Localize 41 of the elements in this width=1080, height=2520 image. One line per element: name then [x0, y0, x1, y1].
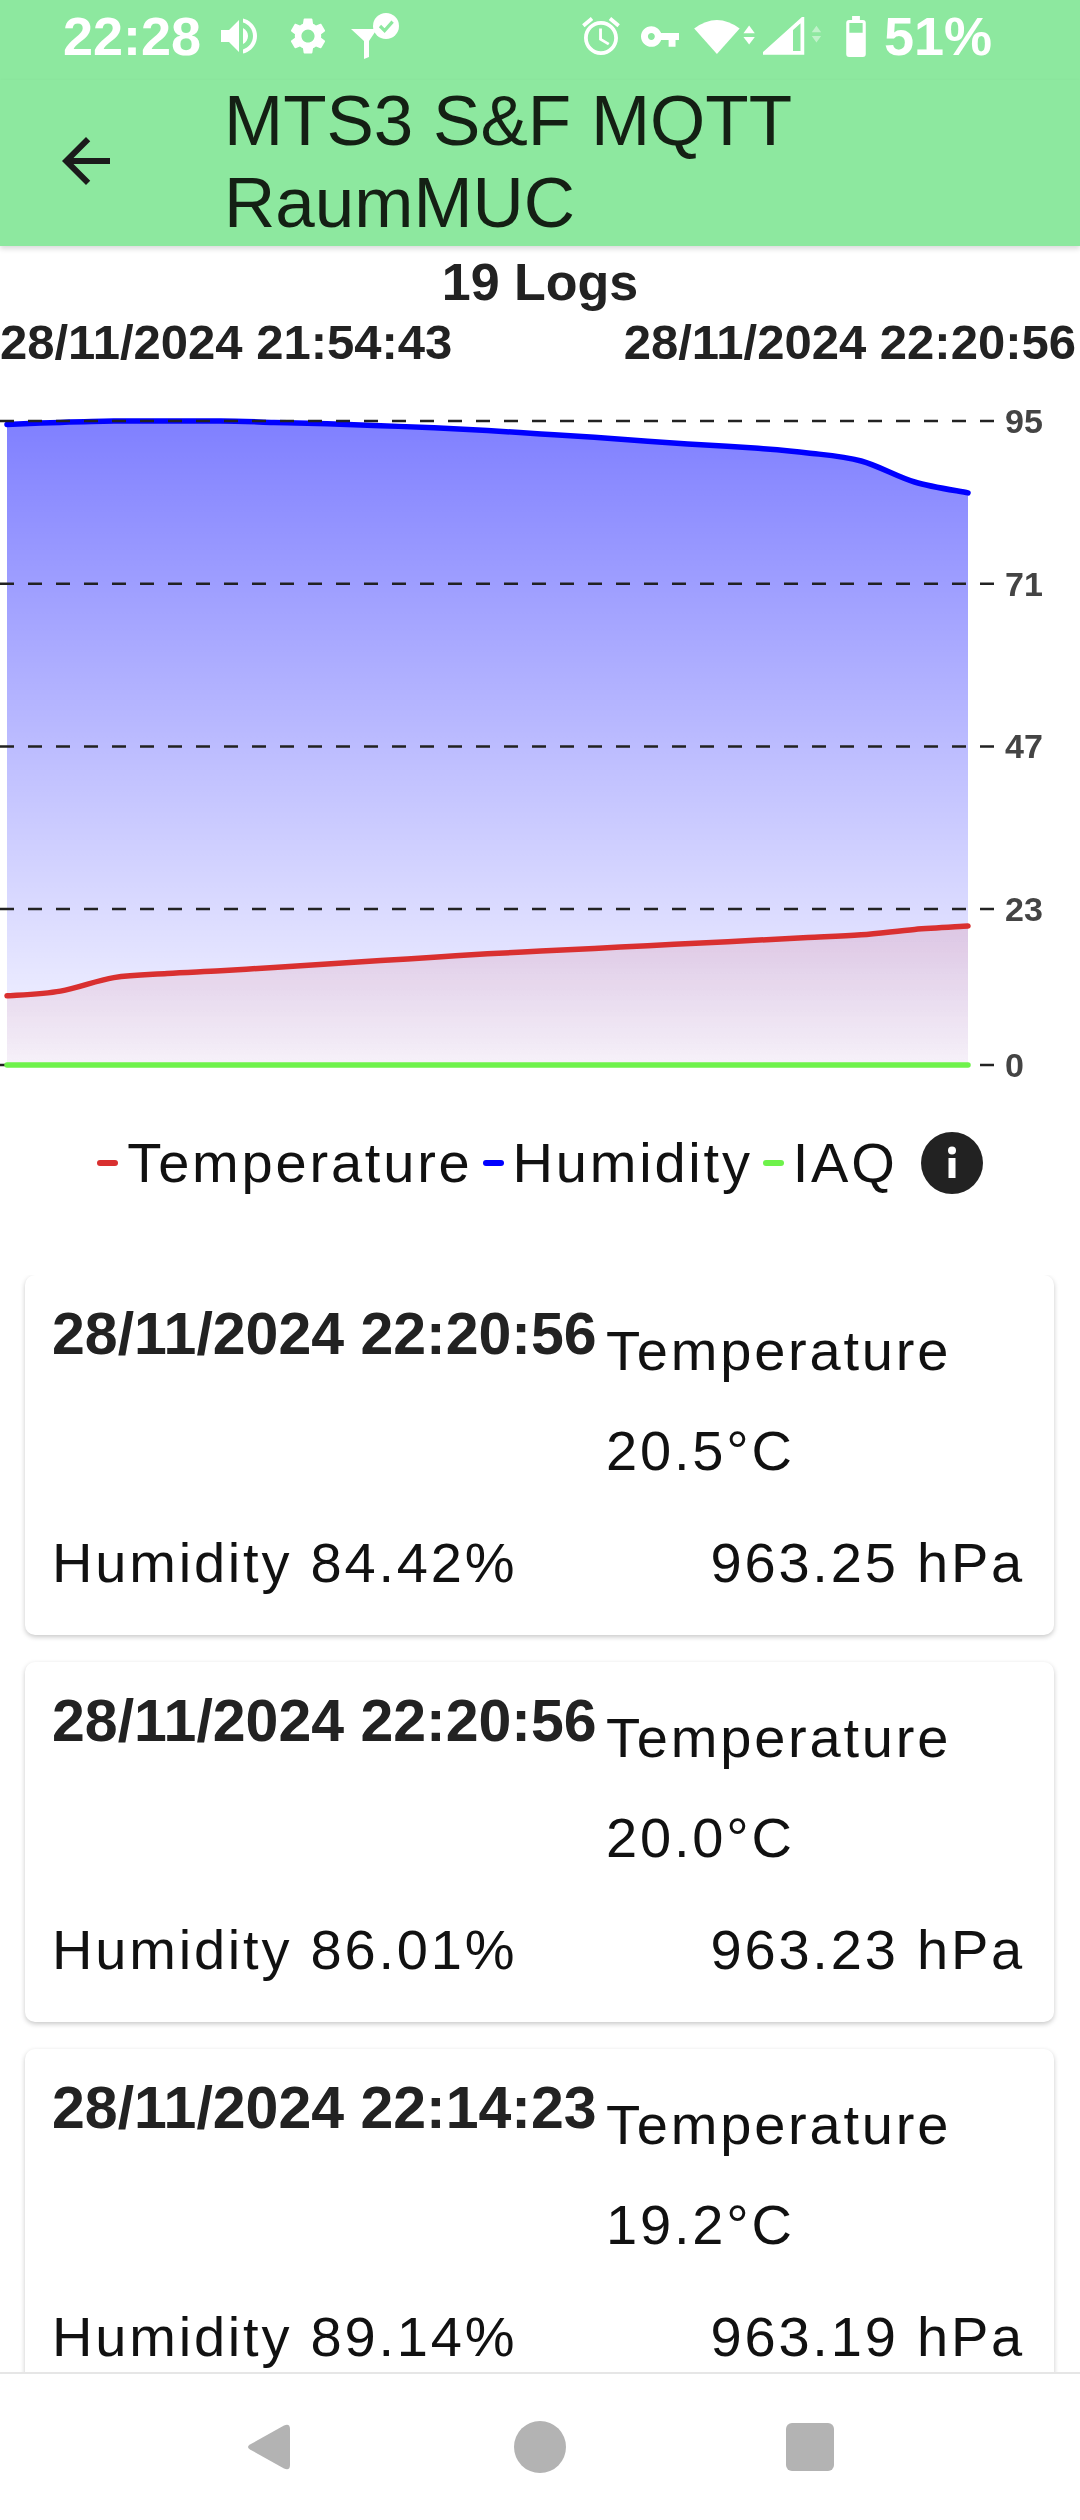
recents-icon[interactable] — [784, 2421, 836, 2473]
legend-label: Humidity — [512, 1130, 753, 1196]
info-icon[interactable] — [920, 1132, 983, 1194]
back-arrow-icon[interactable] — [62, 137, 110, 185]
y-axis-label: 47 — [1005, 727, 1043, 766]
humidity-reading: Humidity 86.01% — [52, 1917, 518, 1983]
battery-percent: 51% — [883, 6, 992, 66]
humidity-reading: Humidity 89.14% — [52, 2304, 518, 2370]
alarm-clock-icon — [581, 17, 620, 55]
log-timestamp: 28/11/2024 22:14:23 — [52, 2075, 597, 2141]
log-count: 19 Logs — [441, 252, 639, 312]
y-axis-label: 71 — [1005, 564, 1043, 603]
temperature-label: Temperature — [606, 2092, 952, 2158]
legend-label: IAQ — [792, 1130, 898, 1196]
legend-label: Temperature — [127, 1130, 473, 1196]
key-icon — [640, 25, 679, 47]
pressure-reading: 963.23 hPa — [710, 1917, 1025, 1983]
pressure-reading: 963.25 hPa — [710, 1530, 1025, 1596]
y-axis-label: 0 — [1005, 1046, 1024, 1084]
wifi-icon — [693, 18, 755, 54]
battery-icon — [843, 15, 868, 57]
log-timestamp: 28/11/2024 22:20:56 — [52, 1688, 597, 1754]
volume-icon — [220, 18, 259, 54]
settings-icon — [289, 17, 328, 55]
temperature-value: 20.5°C — [606, 1418, 795, 1484]
temperature-label: Temperature — [606, 1705, 952, 1771]
temperature-value: 20.0°C — [606, 1805, 795, 1871]
home-icon[interactable] — [514, 2421, 566, 2473]
status-time: 22:28 — [63, 6, 202, 66]
range-start-time: 28/11/2024 21:54:43 — [0, 317, 453, 367]
app-title: MTS3 S&F MQTT RaumMUC — [224, 80, 792, 244]
funnel-check-icon — [351, 13, 400, 59]
y-axis-label: 95 — [1005, 402, 1043, 440]
temperature-value: 19.2°C — [606, 2192, 795, 2258]
temperature-label: Temperature — [606, 1318, 952, 1384]
range-end-time: 28/11/2024 22:20:56 — [623, 317, 1076, 367]
y-axis-label: 23 — [1005, 890, 1043, 929]
humidity-reading: Humidity 84.42% — [52, 1530, 518, 1596]
signal-icon — [762, 17, 823, 55]
pressure-reading: 963.19 hPa — [710, 2304, 1025, 2370]
log-timestamp: 28/11/2024 22:20:56 — [52, 1301, 597, 1367]
